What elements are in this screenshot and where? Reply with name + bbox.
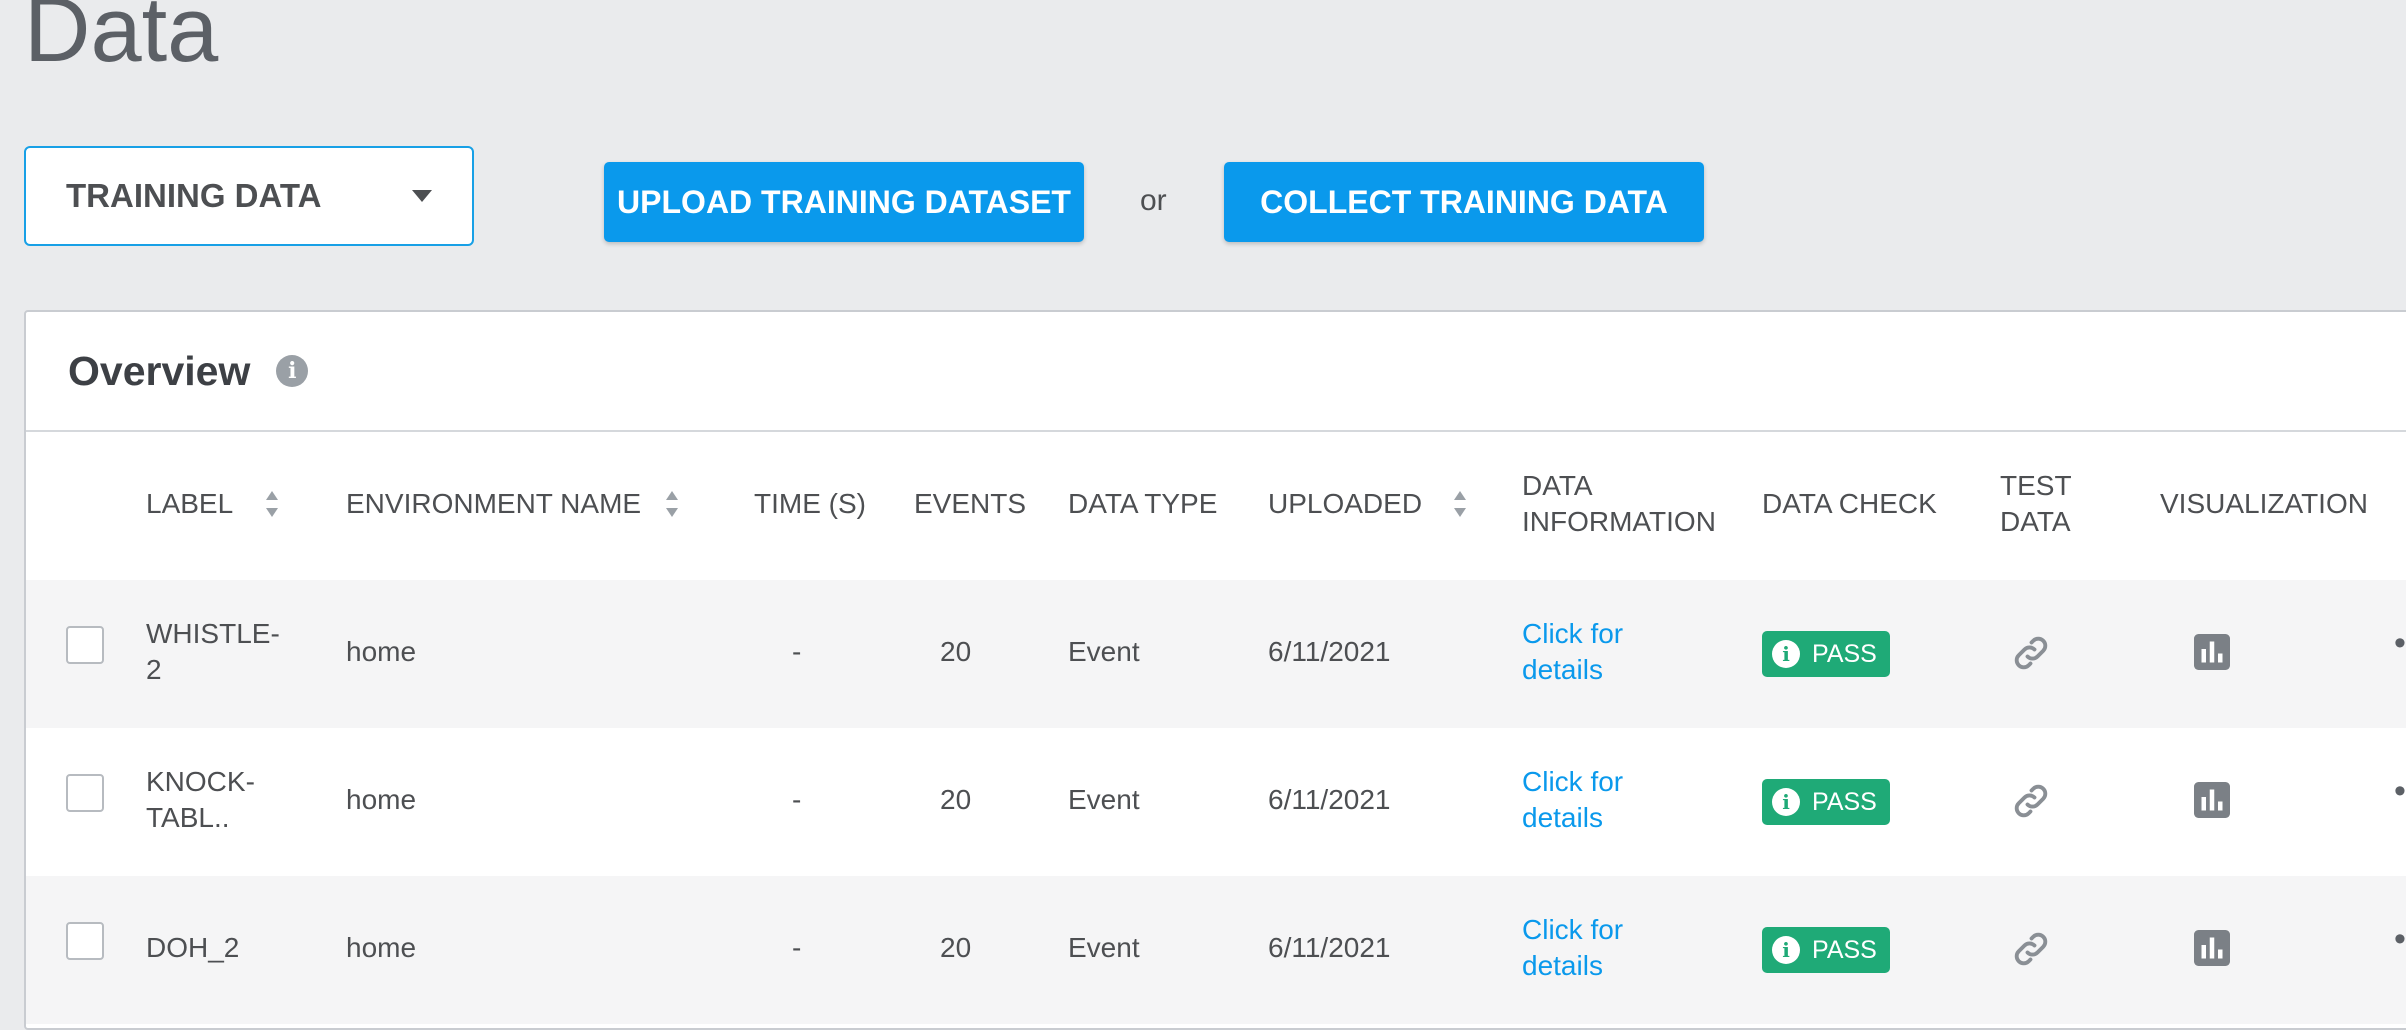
pass-badge[interactable]: i PASS — [1762, 631, 1890, 677]
header-events: EVENTS — [914, 488, 1027, 519]
row-checkbox[interactable] — [66, 922, 104, 960]
link-icon[interactable] — [2010, 780, 2052, 827]
or-separator: or — [1140, 184, 1167, 217]
header-test-data: TEST DATA — [2000, 468, 2072, 540]
table-row: WHISTLE- 2 home - 20 Event 6/11/2021 Clic… — [26, 580, 2406, 728]
bar-chart-icon[interactable] — [2194, 634, 2230, 675]
table-header: LABEL ENVIRONMENT NAME TIME (S) EVENTS D… — [26, 432, 2406, 578]
row-time: - — [792, 784, 802, 815]
row-events: 20 — [940, 636, 972, 667]
row-checkbox[interactable] — [66, 774, 104, 812]
collect-training-data-button[interactable]: COLLECT TRAINING DATA — [1224, 162, 1704, 242]
header-label[interactable]: LABEL — [146, 486, 233, 522]
header-test-data-line1: TEST — [2000, 470, 2072, 501]
pass-label: PASS — [1812, 639, 1877, 668]
row-data-type: Event — [1068, 784, 1140, 815]
more-icon[interactable]: ••• — [2394, 624, 2406, 663]
info-icon: i — [1772, 788, 1800, 816]
click-for-details-link[interactable]: Click for details — [1522, 912, 1642, 984]
page-title: Data — [24, 0, 219, 81]
pass-badge[interactable]: i PASS — [1762, 927, 1890, 973]
header-uploaded[interactable]: UPLOADED — [1268, 486, 1422, 522]
link-icon[interactable] — [2010, 632, 2052, 679]
bar-chart-icon[interactable] — [2194, 930, 2230, 971]
overview-header: Overview i — [26, 312, 2406, 432]
row-events: 20 — [940, 784, 972, 815]
dataset-select-value: TRAINING DATA — [66, 177, 322, 214]
row-events: 20 — [940, 932, 972, 963]
row-environment: home — [346, 932, 417, 963]
row-environment: home — [346, 784, 417, 815]
info-icon: i — [1772, 936, 1800, 964]
header-data-information-line1: DATA — [1522, 470, 1593, 501]
row-data-type: Event — [1068, 636, 1140, 667]
row-time: - — [792, 932, 802, 963]
header-time: TIME (S) — [754, 488, 866, 519]
row-checkbox[interactable] — [66, 626, 104, 664]
pass-label: PASS — [1812, 787, 1877, 816]
overview-card: Overview i LABEL ENVIRONMENT NAME TIME (… — [24, 310, 2406, 1030]
more-icon[interactable]: ••• — [2394, 920, 2406, 959]
header-visualization: VISUALIZATION — [2160, 488, 2368, 519]
info-icon: i — [1772, 640, 1800, 668]
table-row: DOH_2 home - 20 Event 6/11/2021 Click fo… — [26, 876, 2406, 1024]
upload-training-dataset-button[interactable]: UPLOAD TRAINING DATASET — [604, 162, 1084, 242]
header-test-data-line2: DATA — [2000, 506, 2071, 537]
row-label: KNOCK- TABL.. — [146, 766, 255, 833]
table-row: KNOCK- TABL.. home - 20 Event 6/11/2021 C… — [26, 728, 2406, 876]
header-data-information-line2: INFORMATION — [1522, 506, 1716, 537]
link-icon[interactable] — [2010, 928, 2052, 975]
header-data-check: DATA CHECK — [1762, 488, 1937, 519]
row-label: WHISTLE- 2 — [146, 618, 280, 685]
row-uploaded: 6/11/2021 — [1268, 784, 1391, 815]
row-data-type: Event — [1068, 932, 1140, 963]
click-for-details-link[interactable]: Click for details — [1522, 764, 1642, 836]
row-uploaded: 6/11/2021 — [1268, 636, 1391, 667]
header-data-information: DATA INFORMATION — [1522, 468, 1716, 540]
row-time: - — [792, 636, 802, 667]
sort-icon[interactable] — [266, 491, 278, 517]
info-icon[interactable]: i — [276, 355, 309, 387]
click-for-details-link[interactable]: Click for details — [1522, 616, 1642, 688]
pass-badge[interactable]: i PASS — [1762, 779, 1890, 825]
chevron-down-icon — [412, 190, 432, 202]
sort-icon[interactable] — [1454, 491, 1466, 517]
row-environment: home — [346, 636, 417, 667]
pass-label: PASS — [1812, 935, 1877, 964]
row-label: DOH_2 — [146, 932, 240, 963]
header-environment-name[interactable]: ENVIRONMENT NAME — [346, 486, 641, 522]
overview-title: Overview — [68, 347, 251, 394]
sort-icon[interactable] — [666, 491, 678, 517]
header-data-type: DATA TYPE — [1068, 488, 1218, 519]
dataset-select[interactable]: TRAINING DATA — [24, 146, 474, 246]
row-uploaded: 6/11/2021 — [1268, 932, 1391, 963]
bar-chart-icon[interactable] — [2194, 782, 2230, 823]
more-icon[interactable]: ••• — [2394, 772, 2406, 811]
